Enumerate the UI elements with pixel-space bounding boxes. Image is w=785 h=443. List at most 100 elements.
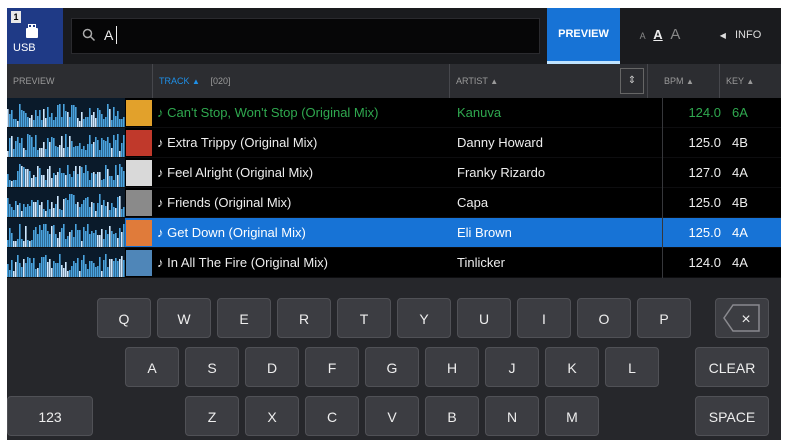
- track-title: ♪ In All The Fire (Original Mix): [157, 248, 447, 277]
- track-artist: Tinlicker: [457, 255, 505, 270]
- key-e[interactable]: E: [217, 298, 271, 338]
- track-title-text: Feel Alright (Original Mix): [167, 165, 314, 180]
- info-button[interactable]: ◀ INFO: [700, 8, 781, 64]
- track-bpm: 124.0: [688, 105, 721, 120]
- key-g[interactable]: G: [365, 347, 419, 387]
- key-f[interactable]: F: [305, 347, 359, 387]
- on-screen-keyboard: QWERTYUIOP ASDFGHJKL ZXCVBNM × CLEAR 123…: [7, 278, 781, 440]
- font-medium-glyph: A: [653, 27, 663, 42]
- usb-source-button[interactable]: 1 USB: [7, 8, 63, 64]
- key-t[interactable]: T: [337, 298, 391, 338]
- rekordbox-browser-screen: 1 USB A PREVIEW A A A ◀ INFO PREVIEW TRA…: [7, 8, 781, 440]
- column-divider: [662, 98, 663, 278]
- track-key: 6A: [732, 105, 748, 120]
- key-r[interactable]: R: [277, 298, 331, 338]
- font-size-button[interactable]: A A A: [620, 8, 700, 64]
- sort-toggle-button[interactable]: ⇕: [620, 68, 644, 94]
- waveform-preview[interactable]: [7, 218, 125, 247]
- track-artist: Kanuva: [457, 105, 502, 120]
- key-p[interactable]: P: [637, 298, 691, 338]
- info-label: INFO: [734, 29, 762, 41]
- key-d[interactable]: D: [245, 347, 299, 387]
- track-row[interactable]: ♪ Extra Trippy (Original Mix) Danny Howar…: [7, 128, 781, 157]
- track-title-text: Extra Trippy (Original Mix): [167, 135, 318, 150]
- music-note-icon: ♪: [157, 225, 168, 240]
- track-title: ♪ Can't Stop, Won't Stop (Original Mix): [157, 98, 447, 127]
- track-count: [020]: [210, 76, 231, 86]
- key-l[interactable]: L: [605, 347, 659, 387]
- key-v[interactable]: V: [365, 396, 419, 436]
- triangle-up-icon: ▲: [192, 77, 200, 86]
- track-title-text: In All The Fire (Original Mix): [167, 255, 328, 270]
- space-key[interactable]: SPACE: [695, 396, 769, 436]
- track-title: ♪ Friends (Original Mix): [157, 188, 447, 217]
- key-s[interactable]: S: [185, 347, 239, 387]
- album-art: [126, 160, 152, 186]
- triangle-up-icon: ▲: [490, 77, 499, 86]
- key-z[interactable]: Z: [185, 396, 239, 436]
- track-list[interactable]: ♪ Can't Stop, Won't Stop (Original Mix) K…: [7, 98, 781, 278]
- key-c[interactable]: C: [305, 396, 359, 436]
- track-row[interactable]: ♪ Get Down (Original Mix) Eli Brown 125.0 4…: [7, 218, 781, 247]
- key-x[interactable]: X: [245, 396, 299, 436]
- top-bar: 1 USB A PREVIEW A A A ◀ INFO: [7, 8, 781, 64]
- track-key: 4A: [732, 255, 748, 270]
- key-h[interactable]: H: [425, 347, 479, 387]
- key-j[interactable]: J: [485, 347, 539, 387]
- key-m[interactable]: M: [545, 396, 599, 436]
- column-preview[interactable]: PREVIEW: [7, 64, 153, 98]
- track-title: ♪ Get Down (Original Mix): [157, 218, 447, 247]
- track-bpm: 125.0: [688, 135, 721, 150]
- deck-number: 1: [11, 11, 21, 23]
- preview-button[interactable]: PREVIEW: [547, 8, 620, 64]
- key-k[interactable]: K: [545, 347, 599, 387]
- key-y[interactable]: Y: [397, 298, 451, 338]
- usb-icon: [26, 24, 38, 38]
- mode-123-key[interactable]: 123: [7, 396, 93, 436]
- track-row[interactable]: ♪ Can't Stop, Won't Stop (Original Mix) K…: [7, 98, 781, 127]
- music-note-icon: ♪: [157, 165, 168, 180]
- clear-key[interactable]: CLEAR: [695, 347, 769, 387]
- track-row[interactable]: ♪ Feel Alright (Original Mix) Franky Riza…: [7, 158, 781, 187]
- column-track-label: TRACK: [159, 76, 190, 86]
- key-i[interactable]: I: [517, 298, 571, 338]
- track-artist: Eli Brown: [457, 225, 512, 240]
- track-row[interactable]: ♪ Friends (Original Mix) Capa 125.0 4B: [7, 188, 781, 217]
- track-title: ♪ Feel Alright (Original Mix): [157, 158, 447, 187]
- key-n[interactable]: N: [485, 396, 539, 436]
- music-note-icon: ♪: [157, 255, 168, 270]
- track-key: 4B: [732, 135, 748, 150]
- waveform-preview[interactable]: [7, 128, 125, 157]
- key-a[interactable]: A: [125, 347, 179, 387]
- key-u[interactable]: U: [457, 298, 511, 338]
- key-q[interactable]: Q: [97, 298, 151, 338]
- track-title: ♪ Extra Trippy (Original Mix): [157, 128, 447, 157]
- track-artist: Capa: [457, 195, 489, 210]
- key-w[interactable]: W: [157, 298, 211, 338]
- column-bpm-label: BPM: [664, 76, 684, 86]
- search-input[interactable]: A: [71, 18, 540, 54]
- waveform-preview[interactable]: [7, 248, 125, 277]
- column-artist[interactable]: ARTIST ▲: [450, 64, 648, 98]
- track-bpm: 124.0: [688, 255, 721, 270]
- backspace-key[interactable]: ×: [715, 298, 769, 338]
- waveform-preview[interactable]: [7, 98, 125, 127]
- waveform-preview[interactable]: [7, 158, 125, 187]
- music-note-icon: ♪: [157, 135, 168, 150]
- track-bpm: 125.0: [688, 195, 721, 210]
- track-title-text: Friends (Original Mix): [167, 195, 292, 210]
- key-b[interactable]: B: [425, 396, 479, 436]
- column-preview-label: PREVIEW: [13, 76, 55, 86]
- waveform-preview[interactable]: [7, 188, 125, 217]
- track-row[interactable]: ♪ In All The Fire (Original Mix) Tinlicke…: [7, 248, 781, 277]
- column-key[interactable]: KEY ▲: [720, 64, 781, 98]
- font-small-glyph: A: [639, 31, 646, 41]
- key-o[interactable]: O: [577, 298, 631, 338]
- triangle-left-icon: ◀: [719, 31, 726, 40]
- column-track[interactable]: TRACK ▲ [020]: [153, 64, 450, 98]
- music-note-icon: ♪: [157, 195, 168, 210]
- album-art: [126, 220, 152, 246]
- track-artist: Franky Rizardo: [457, 165, 546, 180]
- column-bpm[interactable]: BPM ▲: [648, 64, 720, 98]
- album-art: [126, 100, 152, 126]
